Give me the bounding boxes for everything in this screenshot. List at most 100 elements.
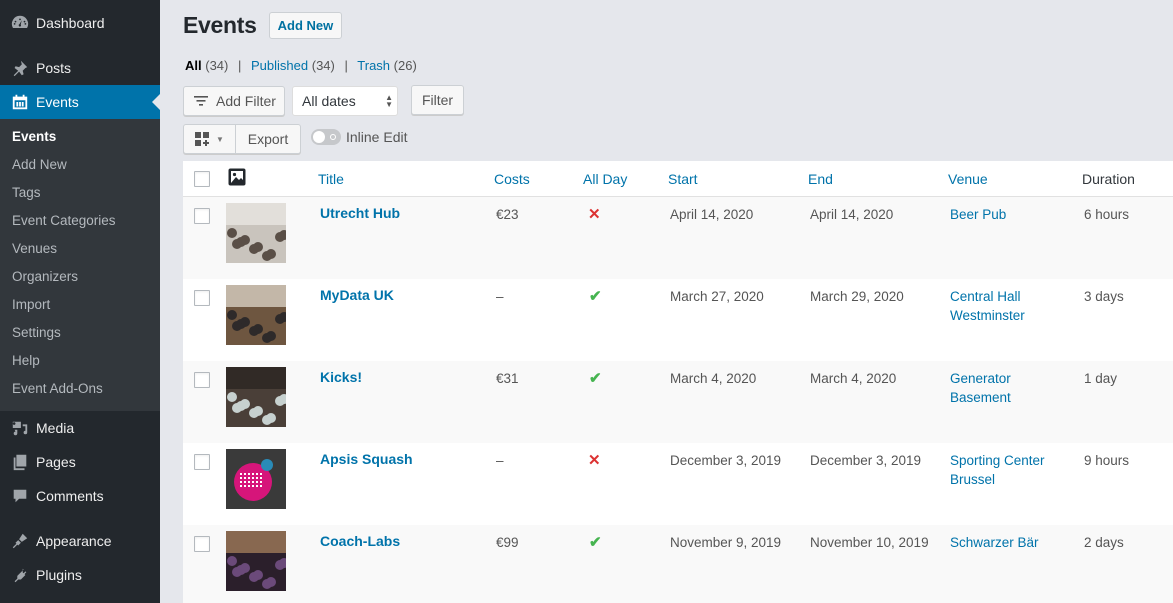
menu-dashboard[interactable]: Dashboard (0, 6, 160, 40)
event-start: December 3, 2019 (670, 453, 782, 468)
submenu-add-new[interactable]: Add New (0, 151, 160, 179)
event-thumbnail[interactable] (226, 285, 289, 345)
table-row: Coach-Labs €99 ✔ November 9, 2019 Novemb… (183, 525, 1173, 603)
date-filter-select[interactable]: All dates ▲ ▼ (292, 86, 398, 116)
event-duration: 3 days (1084, 289, 1124, 304)
event-costs: €99 (496, 535, 519, 550)
menu-label: Pages (36, 454, 76, 470)
event-title-link[interactable]: Kicks! (320, 369, 362, 385)
event-costs: – (496, 289, 504, 304)
event-title-link[interactable]: Utrecht Hub (320, 205, 400, 221)
all-day-indicator: ✔ (583, 533, 668, 603)
event-venue-link[interactable]: Generator Basement (948, 369, 1068, 407)
events-submenu: Events Add New Tags Event Categories Ven… (0, 119, 160, 411)
filter-button[interactable]: Filter (411, 85, 464, 115)
event-duration: 1 day (1084, 371, 1118, 386)
event-thumbnail[interactable] (226, 449, 286, 509)
table-row: Utrecht Hub €23 ✕ April 14, 2020 April 1… (183, 197, 1173, 279)
row-checkbox[interactable] (194, 290, 210, 306)
menu-label: Events (36, 94, 79, 110)
submenu-event-categories[interactable]: Event Categories (0, 207, 160, 235)
date-select-value: All dates (302, 93, 356, 109)
event-venue-link[interactable]: Central Hall Westminster (948, 287, 1068, 325)
event-costs: – (496, 453, 504, 468)
toggle-switch[interactable] (311, 129, 341, 145)
event-venue-link[interactable]: Beer Pub (948, 205, 1068, 224)
submenu-help[interactable]: Help (0, 347, 160, 375)
menu-label: Media (36, 420, 75, 436)
view-published-link[interactable]: Published (251, 58, 308, 73)
event-end: March 4, 2020 (810, 371, 897, 386)
view-switcher-button[interactable]: ▼ (183, 124, 236, 154)
menu-label: Plugins (36, 567, 82, 583)
event-title-link[interactable]: Apsis Squash (320, 451, 413, 467)
separator: | (238, 58, 242, 73)
chevron-down-icon: ▼ (216, 134, 224, 144)
view-published-count: (34) (311, 58, 335, 73)
submenu-organizers[interactable]: Organizers (0, 263, 160, 291)
menu-plugins[interactable]: Plugins (0, 558, 160, 592)
table-body: Utrecht Hub €23 ✕ April 14, 2020 April 1… (183, 197, 1173, 603)
submenu-import[interactable]: Import (0, 291, 160, 319)
column-start[interactable]: Start (668, 171, 808, 187)
separator: | (344, 58, 348, 73)
menu-label: Posts (36, 60, 72, 76)
row-checkbox[interactable] (194, 536, 210, 552)
menu-events[interactable]: Events (0, 85, 160, 119)
view-trash-link[interactable]: Trash (357, 58, 390, 73)
submenu-tags[interactable]: Tags (0, 179, 160, 207)
event-start: March 4, 2020 (670, 371, 757, 386)
menu-label: Appearance (36, 533, 112, 549)
check-icon: ✔ (589, 534, 602, 551)
menu-comments[interactable]: Comments (0, 479, 160, 513)
all-day-indicator: ✔ (583, 369, 668, 443)
menu-media[interactable]: Media (0, 411, 160, 445)
row-checkbox[interactable] (194, 372, 210, 388)
menu-appearance[interactable]: Appearance (0, 524, 160, 558)
pages-icon (10, 452, 30, 472)
select-arrows-icon: ▲ ▼ (385, 93, 393, 109)
submenu-settings[interactable]: Settings (0, 319, 160, 347)
view-all-link[interactable]: All (185, 58, 202, 73)
event-costs: €23 (496, 207, 519, 222)
page-title: Events (183, 12, 257, 38)
row-checkbox[interactable] (194, 208, 210, 224)
select-all-checkbox[interactable] (194, 170, 210, 187)
column-title[interactable]: Title (318, 171, 494, 187)
events-table: Title Costs All Day Start End Venue Dura… (183, 161, 1173, 603)
column-costs[interactable]: Costs (494, 171, 583, 187)
event-start: March 27, 2020 (670, 289, 764, 304)
event-duration: 9 hours (1084, 453, 1130, 468)
add-filter-button[interactable]: Add Filter (183, 86, 285, 116)
event-title-link[interactable]: MyData UK (320, 287, 394, 303)
menu-posts[interactable]: Posts (0, 51, 160, 85)
inline-edit-toggle[interactable]: Inline Edit (311, 129, 407, 145)
all-day-indicator: ✕ (583, 451, 668, 525)
export-button[interactable]: Export (235, 124, 301, 154)
submenu-events[interactable]: Events (0, 123, 160, 151)
row-checkbox[interactable] (194, 454, 210, 470)
menu-label: Comments (36, 488, 104, 504)
event-thumbnail[interactable] (226, 203, 289, 263)
submenu-event-add-ons[interactable]: Event Add-Ons (0, 375, 160, 403)
event-thumbnail[interactable] (226, 367, 289, 427)
event-venue-link[interactable]: Sporting Center Brussel (948, 451, 1068, 489)
calendar-icon (10, 92, 30, 112)
add-new-button[interactable]: Add New (268, 12, 343, 39)
event-venue-link[interactable]: Schwarzer Bär (948, 533, 1068, 552)
check-icon: ✔ (589, 370, 602, 387)
column-venue[interactable]: Venue (948, 171, 1082, 187)
menu-pages[interactable]: Pages (0, 445, 160, 479)
event-thumbnail[interactable] (226, 531, 289, 591)
column-all-day[interactable]: All Day (583, 171, 668, 187)
check-icon: ✔ (589, 288, 602, 305)
table-header: Title Costs All Day Start End Venue Dura… (183, 161, 1173, 197)
brush-icon (10, 531, 30, 551)
event-title-link[interactable]: Coach-Labs (320, 533, 400, 549)
filter-icon (194, 96, 208, 106)
plug-icon (10, 565, 30, 585)
column-end[interactable]: End (808, 171, 948, 187)
pin-icon (10, 58, 30, 78)
view-trash-count: (26) (393, 58, 417, 73)
submenu-venues[interactable]: Venues (0, 235, 160, 263)
